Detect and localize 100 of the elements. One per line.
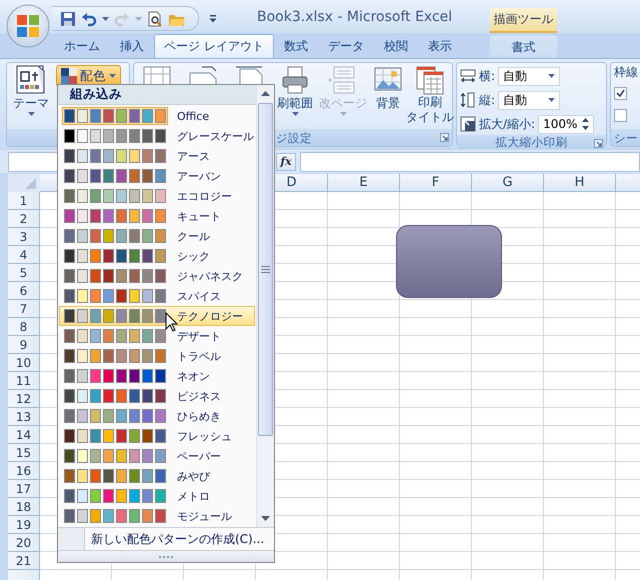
color-scheme-item[interactable]: ペーパー (59, 446, 255, 466)
row-header[interactable]: 3 (8, 228, 40, 246)
color-scheme-item[interactable]: シック (59, 246, 255, 266)
color-scheme-item[interactable]: ひらめき (59, 406, 255, 426)
color-scheme-item[interactable]: ビジネス (59, 386, 255, 406)
row-header[interactable]: 1 (8, 192, 40, 210)
mouse-pointer-icon (165, 312, 178, 332)
caret-icon (340, 112, 346, 116)
caret-icon (109, 74, 116, 78)
ribbon-button[interactable]: 刷範囲 (272, 65, 318, 116)
row-header[interactable]: 17 (8, 480, 40, 498)
ribbon-tab[interactable]: ホーム (54, 34, 110, 58)
row-header[interactable]: 19 (8, 516, 40, 534)
height-icon (460, 92, 476, 108)
ribbon-tab[interactable]: 校閲 (374, 34, 418, 58)
themes-button[interactable]: テーマ (10, 65, 52, 116)
ribbon-tab[interactable]: 表示 (418, 34, 462, 58)
color-scheme-item[interactable]: エコロジー (59, 186, 255, 206)
save-icon[interactable] (60, 10, 76, 26)
dialog-launcher-icon[interactable] (594, 139, 603, 148)
undo-icon[interactable] (81, 10, 97, 26)
caret-icon (548, 74, 556, 78)
spinner-arrows-icon[interactable] (582, 118, 590, 130)
group-label: ジ設定 (276, 130, 312, 144)
row-header[interactable]: 12 (8, 390, 40, 408)
ribbon-button[interactable]: 背景 (368, 65, 408, 111)
color-scheme-item[interactable]: クール (59, 226, 255, 246)
group-label: 拡大縮小印刷 (496, 135, 568, 149)
row-header[interactable]: 8 (8, 318, 40, 336)
window-title: Book3.xlsx - Microsoft Excel (257, 8, 452, 24)
color-scheme-item[interactable]: スパイス (59, 286, 255, 306)
caret-icon (548, 98, 556, 102)
column-header[interactable]: G (472, 174, 544, 192)
field-label: 横: (479, 68, 496, 84)
ribbon-tab[interactable]: 挿入 (110, 34, 154, 58)
group-heading: 枠線 (614, 64, 638, 81)
caret-icon[interactable] (102, 16, 109, 20)
ribbon-button[interactable]: 印刷 タイトル (408, 65, 452, 125)
row-header[interactable]: 15 (8, 444, 40, 462)
ribbon-tab[interactable]: ページ レイアウト (154, 34, 274, 58)
color-scheme-item[interactable]: キュート (59, 206, 255, 226)
field-label: 拡大/縮小: (479, 116, 536, 132)
color-scheme-item[interactable]: アース (59, 146, 255, 166)
column-header[interactable]: F (400, 174, 472, 192)
print-titles-icon (415, 65, 445, 95)
row-header[interactable]: 21 (8, 552, 40, 570)
contextual-tab-group-title: 描画ツール (490, 8, 557, 33)
ribbon-tab[interactable]: 数式 (274, 34, 318, 58)
checkbox[interactable] (614, 86, 627, 100)
dialog-launcher-icon[interactable] (440, 133, 449, 142)
row-header[interactable]: 18 (8, 498, 40, 516)
color-scheme-item[interactable]: アーバン (59, 166, 255, 186)
ribbon-tab[interactable]: 書式 (490, 35, 557, 58)
formula-input[interactable] (300, 152, 640, 172)
dropdown-field[interactable]: 自動 (498, 66, 560, 86)
ribbon-tab[interactable]: データ (318, 34, 374, 58)
row-header[interactable]: 13 (8, 408, 40, 426)
menu-item[interactable]: 新しい配色パターンの作成(C)... (85, 528, 274, 550)
print-preview-icon[interactable] (147, 10, 163, 26)
color-scheme-item[interactable]: グレースケール (59, 126, 255, 146)
row-header[interactable]: 11 (8, 372, 40, 390)
field-label: 縦: (479, 92, 496, 108)
caret-icon (28, 112, 34, 116)
printer-icon (280, 65, 310, 95)
color-scheme-item[interactable]: ジャパネスク (59, 266, 255, 286)
checkbox[interactable] (614, 108, 627, 122)
insert-function-button[interactable]: fx (276, 152, 296, 170)
width-icon (460, 68, 476, 84)
color-scheme-item[interactable]: デザート (59, 326, 255, 346)
row-header[interactable]: 6 (8, 282, 40, 300)
caret-icon (292, 112, 298, 116)
menu-section-header: 組み込み (58, 85, 256, 105)
row-header[interactable]: 9 (8, 336, 40, 354)
color-scheme-item[interactable]: ネオン (59, 366, 255, 386)
color-scheme-item[interactable]: みやび (59, 466, 255, 486)
grip-icon (261, 266, 270, 273)
scale-icon (460, 116, 476, 132)
spinner-field[interactable]: 100% (538, 114, 594, 134)
column-header[interactable]: H (544, 174, 616, 192)
rounded-rectangle-shape[interactable] (396, 225, 502, 298)
color-scheme-item[interactable]: メトロ (59, 486, 255, 506)
dropdown-field[interactable]: 自動 (498, 90, 560, 110)
row-header[interactable]: 10 (8, 354, 40, 372)
color-scheme-item[interactable]: トラベル (59, 346, 255, 366)
column-header[interactable]: E (328, 174, 400, 192)
row-header[interactable]: 2 (8, 210, 40, 228)
row-header[interactable]: 5 (8, 264, 40, 282)
color-scheme-item[interactable]: フレッシュ (59, 426, 255, 446)
row-header[interactable]: 4 (8, 246, 40, 264)
row-header[interactable]: 14 (8, 426, 40, 444)
color-scheme-item[interactable]: Office (59, 106, 255, 126)
row-header[interactable]: 16 (8, 462, 40, 480)
row-header[interactable]: 7 (8, 300, 40, 318)
colors-icon (61, 68, 77, 84)
color-scheme-item[interactable]: テクノロジー (59, 306, 255, 326)
color-scheme-item[interactable]: モジュール (59, 506, 255, 526)
customize-toolbar-icon[interactable] (209, 14, 217, 22)
group-label: シー (614, 130, 638, 144)
row-header[interactable]: 20 (8, 534, 40, 552)
scrollbar-thumb[interactable] (258, 103, 273, 436)
